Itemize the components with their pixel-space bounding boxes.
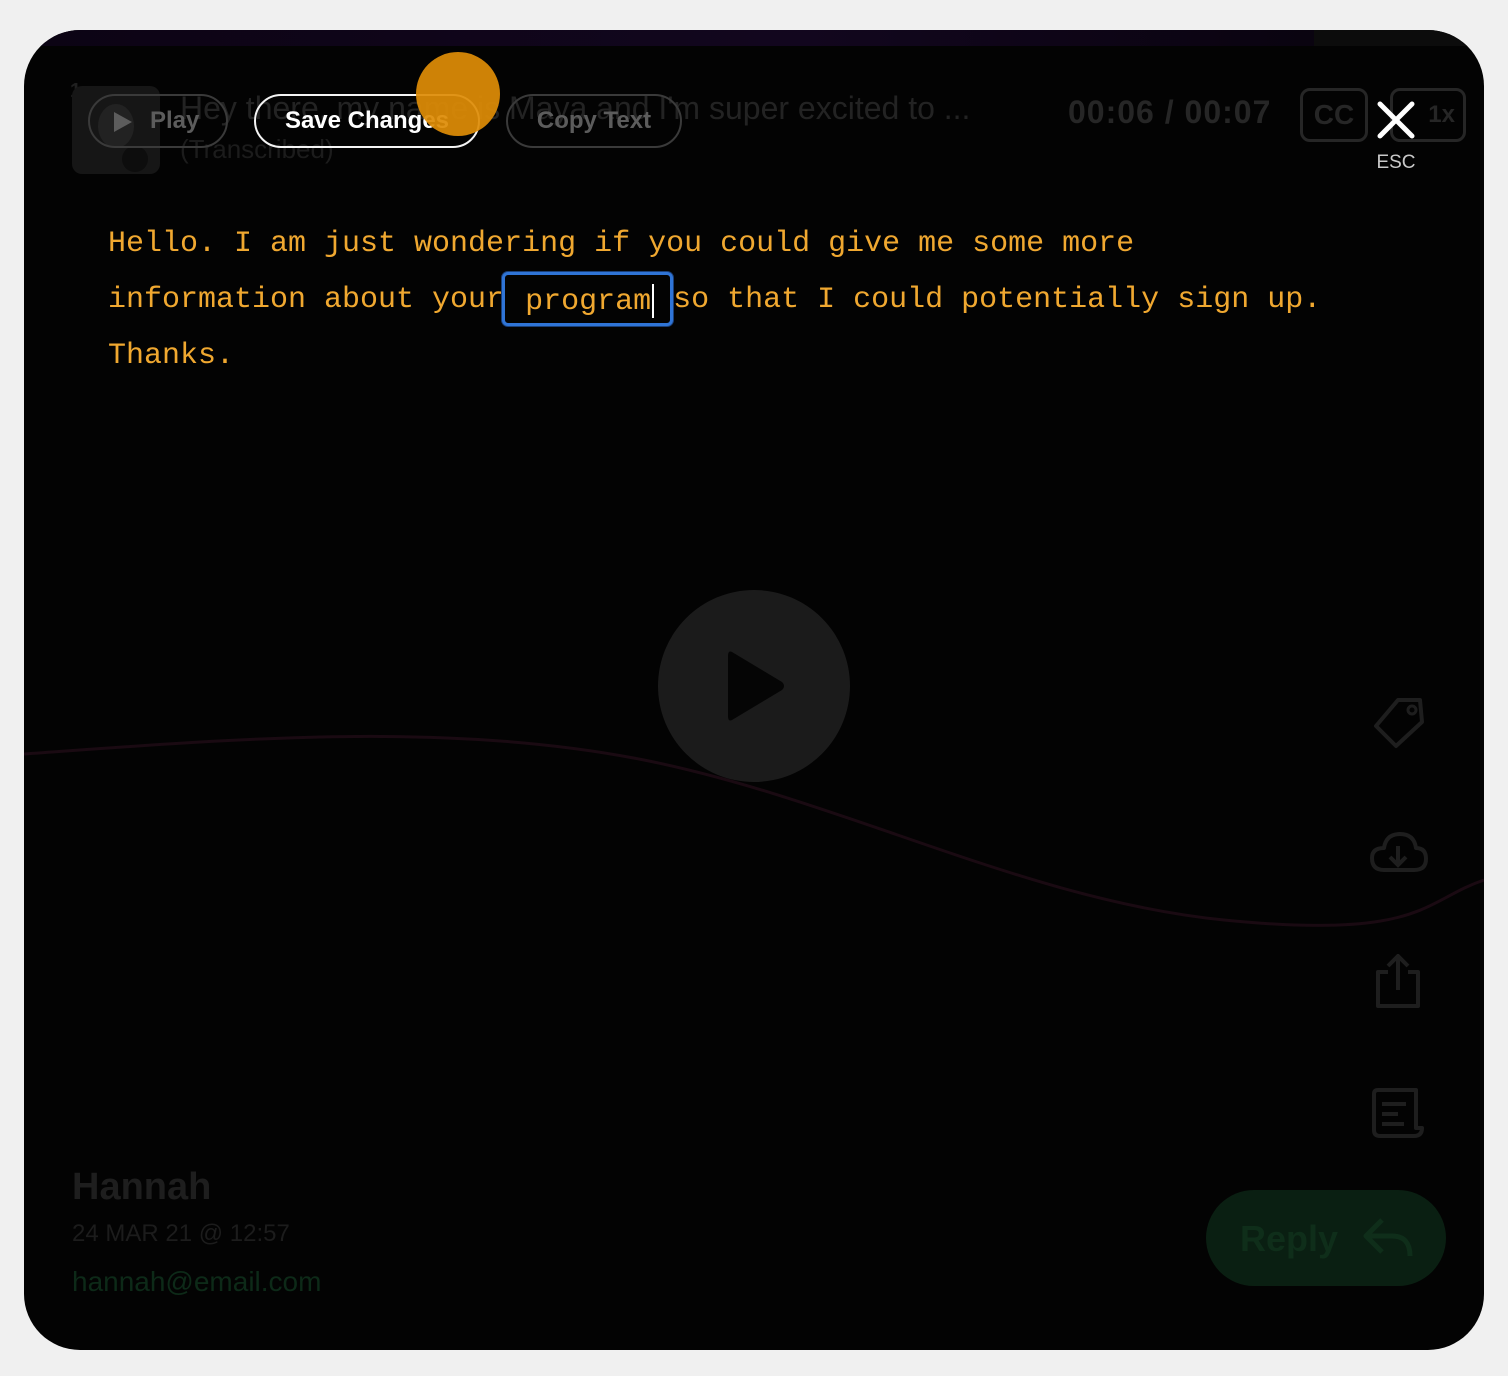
captions-toggle[interactable]: CC [1300, 88, 1368, 142]
text-caret [652, 284, 655, 319]
copy-text-button[interactable]: Copy Text [506, 94, 682, 148]
tag-icon[interactable] [1368, 694, 1428, 750]
reply-arrow-icon [1363, 1218, 1413, 1257]
progress-bar-played[interactable] [24, 30, 1314, 46]
transcript-line: Hello. I am just wondering if you could … [108, 227, 1135, 261]
transcript-text: so that I could potentially sign up. [673, 283, 1322, 317]
transcript-line: information about your program so that I c… [108, 272, 1428, 328]
word-edit-input[interactable]: program [502, 272, 674, 326]
transcript-editor[interactable]: Hello. I am just wondering if you could … [108, 216, 1428, 384]
play-overlay-button[interactable] [658, 590, 850, 782]
progress-bar-remaining[interactable] [1314, 30, 1484, 46]
reply-label: Reply [1240, 1218, 1339, 1259]
save-changes-button[interactable]: Save Changes [254, 94, 480, 148]
transcript-text: information about your [108, 283, 505, 317]
reply-button[interactable]: Reply [1206, 1190, 1446, 1286]
cloud-download-icon[interactable] [1368, 826, 1428, 882]
message-date: 24 MAR 21 @ 12:57 [72, 1220, 290, 1247]
transcript-icon[interactable] [1368, 1084, 1428, 1140]
play-button[interactable]: Play [88, 94, 228, 148]
sender-name: Hannah [72, 1166, 212, 1208]
player-modal: 1 Hey there, my name is Maya and I'm sup… [24, 30, 1484, 1350]
transcript-line: Thanks. [108, 339, 235, 373]
playback-time: 00:06 / 00:07 [1068, 94, 1272, 130]
share-icon[interactable] [1368, 954, 1428, 1010]
sender-email-link[interactable]: hannah@email.com [72, 1266, 321, 1298]
play-label: Play [150, 107, 200, 134]
play-icon [114, 112, 132, 132]
close-shortcut-hint: ESC [1376, 152, 1416, 173]
word-edit-value: program [525, 285, 652, 319]
close-icon[interactable] [1374, 98, 1418, 142]
play-icon [728, 651, 784, 721]
